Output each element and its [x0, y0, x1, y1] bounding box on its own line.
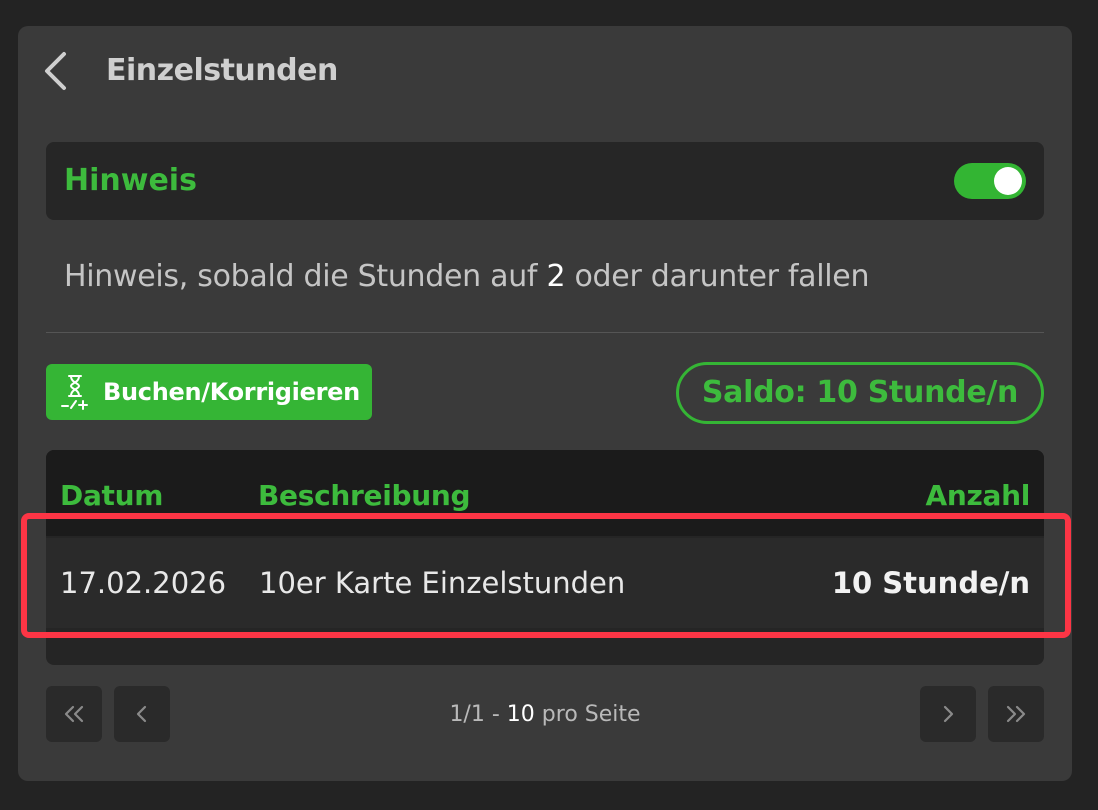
back-button[interactable] — [40, 50, 72, 92]
pagination-info: 1/1 - 10 pro Seite — [300, 686, 790, 742]
table-row[interactable]: 17.02.2026 10er Karte Einzelstunden 10 S… — [46, 538, 1044, 628]
book-correct-button[interactable]: Buchen/Korrigieren — [46, 364, 372, 420]
toggle-knob — [994, 167, 1022, 195]
hint-description: Hinweis, sobald die Stunden auf 2 oder d… — [64, 254, 869, 300]
row-description: 10er Karte Einzelstunden — [259, 566, 626, 600]
column-header-amount[interactable]: Anzahl — [925, 476, 1030, 516]
chevron-right-icon — [943, 705, 954, 723]
row-date: 17.02.2026 — [60, 566, 227, 600]
double-chevron-right-icon — [1006, 705, 1026, 723]
per-page-label: pro Seite — [541, 702, 641, 727]
hint-text-after: oder darunter fallen — [574, 259, 870, 294]
saldo-badge: Saldo: 10 Stunde/n — [676, 362, 1044, 424]
page-title: Einzelstunden — [106, 53, 338, 88]
column-header-description[interactable]: Beschreibung — [258, 476, 471, 516]
hint-text-before: Hinweis, sobald die Stunden auf — [64, 259, 538, 294]
hint-setting-row: Hinweis — [46, 142, 1044, 220]
bookings-table: Datum Beschreibung Anzahl 17.02.2026 10e… — [46, 450, 1044, 665]
chevron-left-icon — [136, 705, 147, 723]
table-header: Datum Beschreibung Anzahl — [46, 450, 1044, 536]
page-separator: - — [491, 702, 500, 727]
next-page-button[interactable] — [920, 686, 976, 742]
last-page-button[interactable] — [988, 686, 1044, 742]
column-header-date[interactable]: Datum — [60, 476, 163, 516]
previous-page-button[interactable] — [114, 686, 170, 742]
first-page-button[interactable] — [46, 686, 102, 742]
row-amount: 10 Stunde/n — [831, 566, 1030, 600]
hint-toggle[interactable] — [954, 163, 1026, 199]
double-chevron-left-icon — [64, 705, 84, 723]
per-page-value[interactable]: 10 — [507, 702, 535, 727]
hint-title: Hinweis — [64, 163, 197, 198]
divider — [46, 332, 1044, 333]
book-correct-label: Buchen/Korrigieren — [103, 378, 360, 406]
chevron-left-icon — [45, 52, 66, 90]
page-indicator: 1/1 — [449, 702, 485, 727]
hourglass-plus-minus-icon — [61, 375, 88, 410]
hint-threshold-value[interactable]: 2 — [546, 259, 565, 294]
